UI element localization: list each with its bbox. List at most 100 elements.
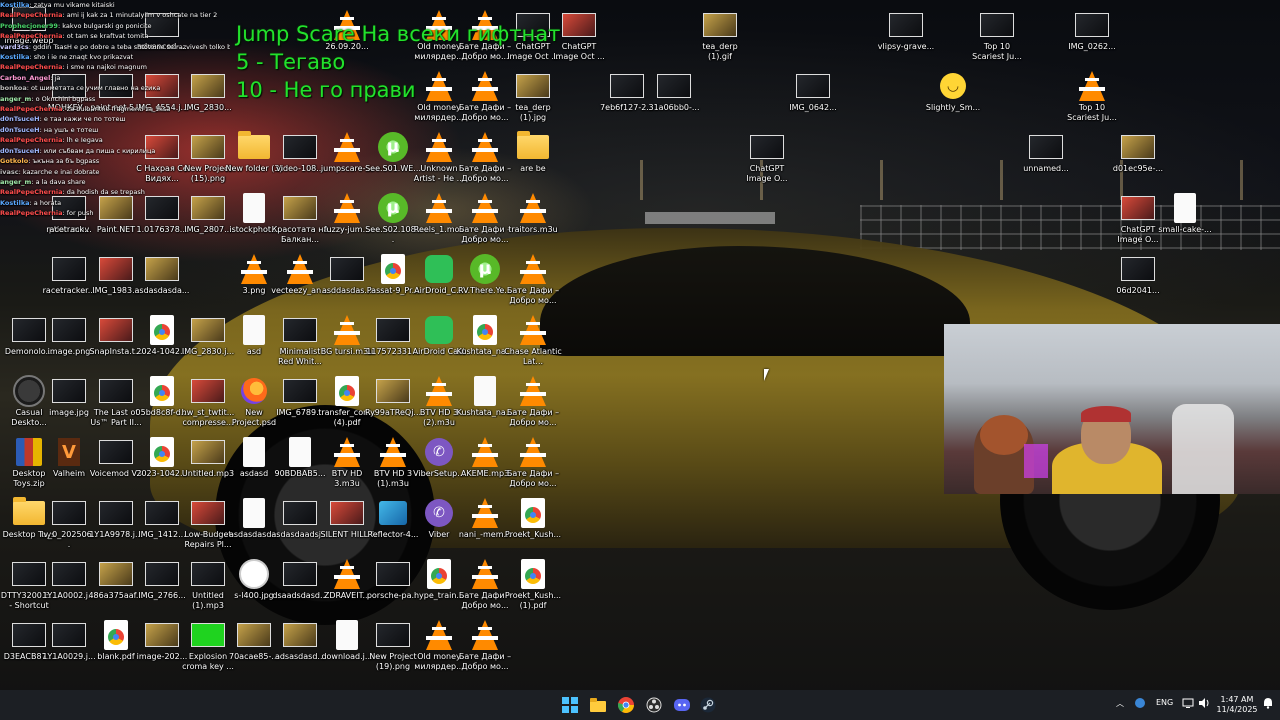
image-thumbnail-icon: [99, 562, 133, 586]
image-thumbnail-icon-wrap: [376, 618, 410, 652]
chat-message: anger_m: o Oknchini bgpass: [0, 94, 230, 104]
image-thumbnail-icon-wrap: [283, 557, 317, 591]
desktop-icon-label: unnamed...: [1023, 164, 1069, 173]
image-thumbnail-icon: [237, 623, 271, 647]
desktop-icon-бате-дафи-добро-мо[interactable]: Бате Дафи – Добро мо...: [504, 372, 562, 433]
desktop-icon-small-cake[interactable]: small-cake-...: [1156, 189, 1214, 250]
image-thumbnail-icon-wrap: [145, 618, 179, 652]
start-button[interactable]: [562, 697, 578, 713]
desktop-icon-31a06bb0[interactable]: 31a06bb0-...: [645, 67, 703, 128]
valheim-icon-wrap: V: [52, 435, 86, 469]
desktop-icon-top-10-scariest-ju[interactable]: Top 10 Scariest Ju...: [968, 6, 1026, 67]
chat-username: anger_m: [0, 177, 32, 186]
stream-text-overlay: Jump Scare На всеки гифтнат 5 - Тегаво 1…: [236, 20, 560, 104]
road-sign: [645, 212, 775, 224]
chat-message: RealPepeChernia: for push: [0, 208, 230, 218]
chrome-pdf-icon: [150, 376, 174, 406]
image-thumbnail-icon: [376, 562, 410, 586]
chat-username: Carbon_Angel: [0, 73, 51, 82]
desktop-icon-unnamed[interactable]: unnamed...: [1017, 128, 1075, 189]
overlay-line-1: Jump Scare На всеки гифтнат: [236, 22, 561, 46]
desktop-icon-img-0262[interactable]: IMG_0262...: [1063, 6, 1121, 67]
tray-app-icon[interactable]: [1134, 697, 1146, 711]
image-thumbnail-icon-wrap: [283, 191, 317, 225]
chrome-pdf-icon-wrap: [468, 313, 502, 347]
chat-text: : e таа кажи че по тотеш: [39, 115, 126, 124]
desktop-icon-label: ChatGPT Image O...: [746, 164, 788, 183]
monitor-glow: [1024, 444, 1048, 478]
image-thumbnail-icon: [376, 318, 410, 342]
desktop-icon-label: tea_derp (1).gif: [702, 42, 738, 61]
network-icon[interactable]: [1182, 697, 1194, 711]
taskbar: ︿ ENG 1:47 AM 11/4/2025: [0, 690, 1280, 720]
taskbar-clock[interactable]: 1:47 AM 11/4/2025: [1214, 695, 1260, 715]
chat-username: RealPepeChernia: [0, 136, 63, 145]
chat-username: d0nTsuceH: [0, 115, 40, 124]
desktop-icon-d01ec95e[interactable]: d01ec95e-...: [1109, 128, 1167, 189]
image-thumbnail-icon: [796, 74, 830, 98]
chrome-icon[interactable]: [618, 697, 634, 713]
desktop-icon-label: are be: [520, 164, 546, 173]
image-thumbnail-icon: [191, 440, 225, 464]
chat-text: : kakvo bulgarski go ponicite: [57, 21, 152, 30]
valheim-icon: V: [58, 438, 80, 466]
discord-icon[interactable]: [674, 697, 690, 713]
obs-icon[interactable]: [646, 697, 662, 713]
image-thumbnail-icon: [52, 562, 86, 586]
desktop-icon-vlipsy-grave[interactable]: vlipsy-grave...: [877, 6, 935, 67]
chat-text: : lh e Iegava: [62, 136, 103, 145]
image-thumbnail-icon: [145, 623, 179, 647]
desktop-icon-бате-дафи-добро-мо[interactable]: Бате Дафи – Добро мо...: [504, 433, 562, 494]
desktop-icon-proekt-kush-1-pdf[interactable]: Proekt_Kush... (1).pdf: [504, 555, 562, 616]
desktop-icon-бате-дафи-добро-мо[interactable]: Бате Дафи – Добро мо...: [504, 250, 562, 311]
vlc-icon: [472, 437, 498, 467]
image-thumbnail-icon-wrap: [376, 313, 410, 347]
desktop-icon-label: vlipsy-grave...: [877, 42, 935, 51]
desktop-icon-chase-atlantic-lat[interactable]: Chase Atlantic Lat...: [504, 311, 562, 372]
chat-message: RealPepeChernia: za bulbaritne fragmenti…: [0, 104, 230, 114]
vlc-icon: [472, 193, 498, 223]
desktop-icon-бате-дафи-добро-мо[interactable]: Бате Дафи – Добро мо...: [456, 616, 514, 677]
desktop-icon-label: IMG_0642...: [789, 103, 837, 112]
vlc-icon-wrap: [283, 252, 317, 286]
desktop-icon-chatgpt-image-o[interactable]: ChatGPT Image O...: [738, 128, 796, 189]
chat-username: RealPepeChernia: [0, 105, 63, 114]
notification-bell-icon[interactable]: [1262, 697, 1274, 711]
volume-icon[interactable]: [1198, 697, 1210, 711]
image-thumbnail-icon: [1121, 196, 1155, 220]
desktop-icon-label: Бате Дафи – Добро мо...: [506, 469, 560, 488]
vlc-icon: [334, 132, 360, 162]
desktop-icon-label: Бате Дафи – Добро мо...: [506, 286, 560, 305]
desktop-icon-slightly-sm[interactable]: ◡ Slightly_Sm...: [924, 67, 982, 128]
language-indicator[interactable]: ENG: [1156, 698, 1173, 707]
vlc-icon-wrap: [516, 252, 550, 286]
image-thumbnail-icon: [99, 501, 133, 525]
chrome-pdf-icon-wrap: [330, 374, 364, 408]
image-thumbnail-icon: [52, 379, 86, 403]
desktop-icon-tea-derp-1-gif[interactable]: tea_derp (1).gif: [691, 6, 749, 67]
webcam-overlay: [944, 324, 1280, 494]
desktop-icon-label: small-cake-...: [1158, 225, 1212, 234]
desktop-icon-top-10-scariest-ju[interactable]: Top 10 Scariest Ju...: [1063, 67, 1121, 128]
vlc-icon: [472, 620, 498, 650]
image-thumbnail-icon-wrap: [283, 313, 317, 347]
chrome-pdf-icon: [521, 559, 545, 589]
image-thumbnail-icon-wrap: [1121, 252, 1155, 286]
desktop-icon-traitors-m3u[interactable]: traitors.m3u: [504, 189, 562, 250]
steam-icon[interactable]: [700, 697, 716, 713]
blank-file-icon: [289, 437, 311, 467]
desktop-icon-proekt-kush[interactable]: Proekt_Kush...: [504, 494, 562, 555]
file-explorer-icon[interactable]: [590, 697, 606, 713]
image-thumbnail-icon-wrap: [191, 374, 225, 408]
desktop-icon-06d2041[interactable]: 06d2041...: [1109, 250, 1167, 311]
chat-username: ivasc: [0, 167, 19, 176]
image-thumbnail-icon-wrap: [283, 496, 317, 530]
chat-username: RealPepeChernia: [0, 11, 63, 20]
desktop-icon-img-0642[interactable]: IMG_0642...: [784, 67, 842, 128]
image-thumbnail-icon-wrap: [283, 374, 317, 408]
desktop-icon-are-be[interactable]: are be: [504, 128, 562, 189]
chat-text: : gddin TsasH e po dobre a teba shtoto n…: [28, 42, 230, 51]
blank-file-icon-wrap: [237, 313, 271, 347]
desktop-icon-label: traitors.m3u: [508, 225, 558, 234]
tray-chevron-icon[interactable]: ︿: [1116, 698, 1124, 709]
